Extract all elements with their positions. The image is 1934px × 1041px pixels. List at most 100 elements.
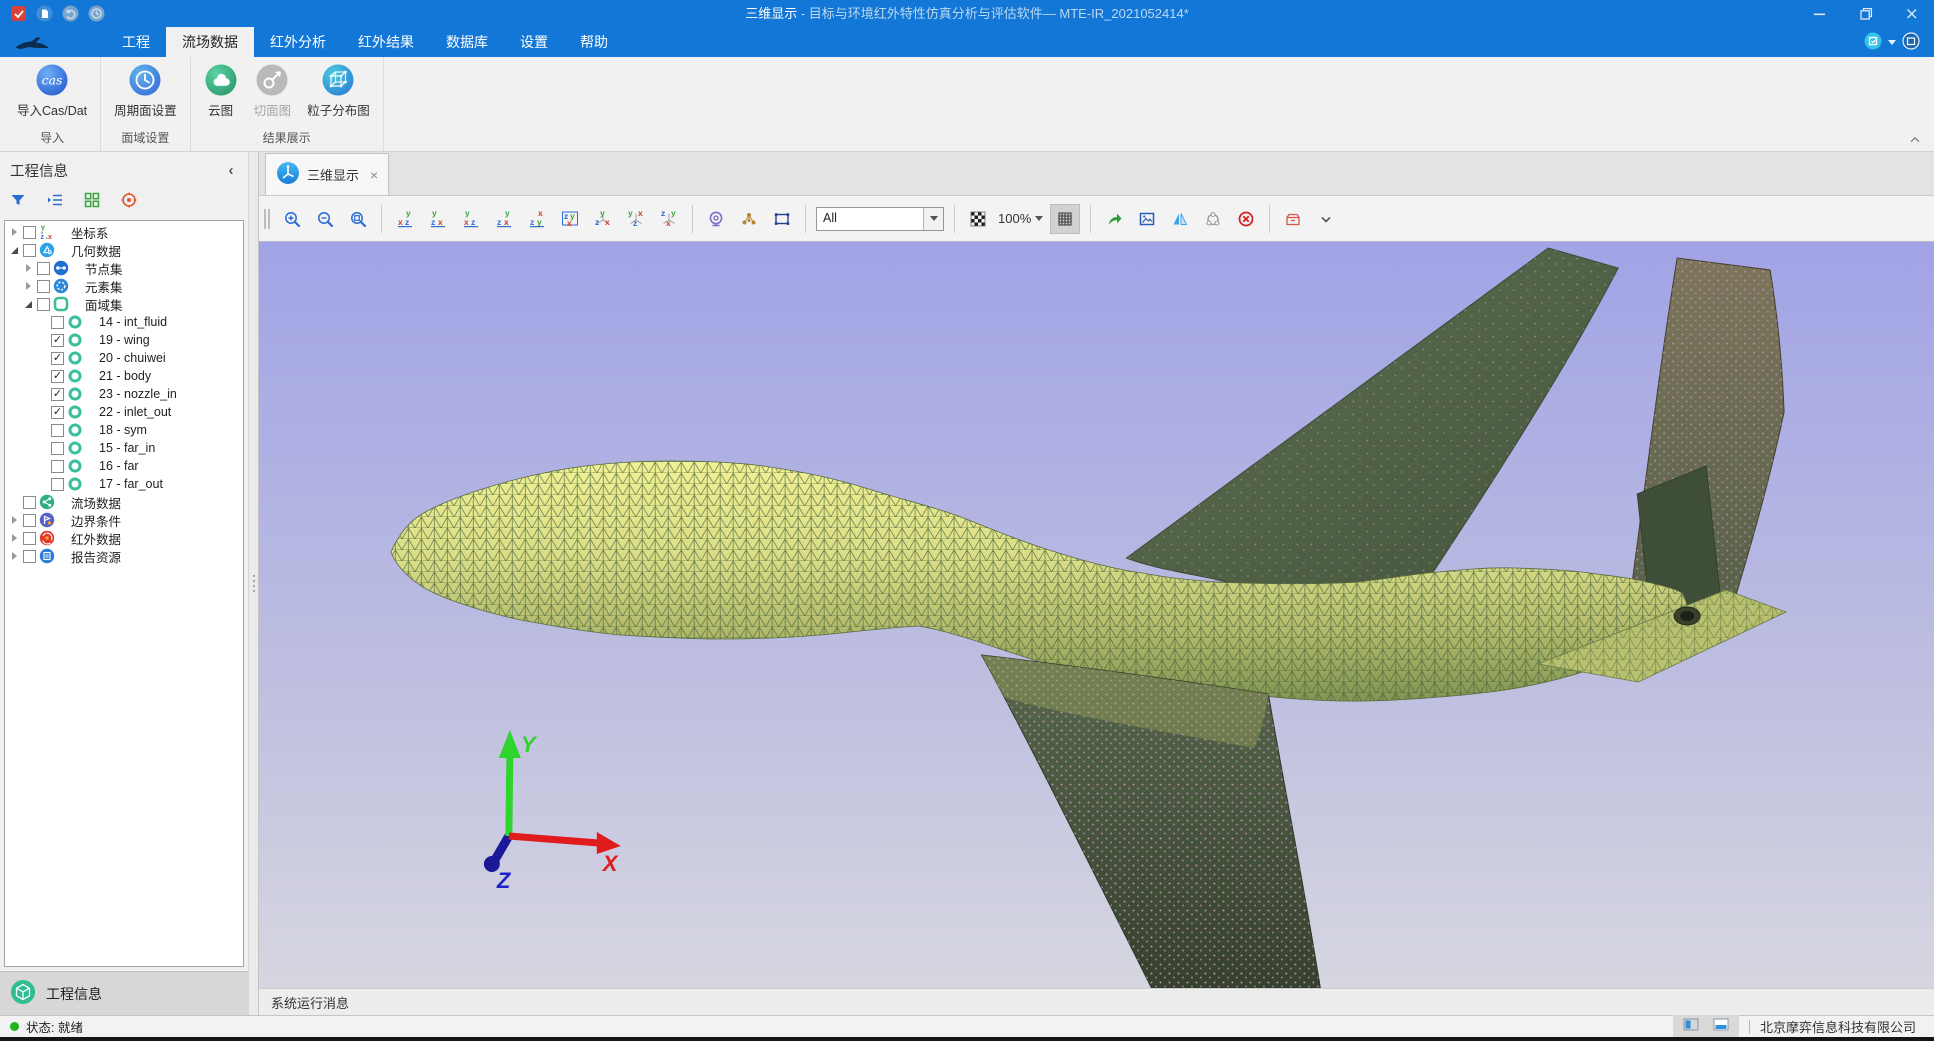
- tree-item-16 - far[interactable]: 16 - far: [5, 457, 243, 475]
- snapshot-icon[interactable]: [1134, 206, 1160, 232]
- tree-item-22 - inlet_out[interactable]: ✓22 - inlet_out: [5, 403, 243, 421]
- tree-checkbox[interactable]: [51, 460, 64, 473]
- menu-item-数据库[interactable]: 数据库: [430, 27, 504, 57]
- zoom-level-control[interactable]: 100%: [998, 211, 1043, 226]
- grid-view-icon[interactable]: [82, 190, 102, 210]
- section-box-icon[interactable]: [1280, 206, 1306, 232]
- view-right-icon[interactable]: zxy: [491, 206, 517, 232]
- particle-trace-icon[interactable]: [736, 206, 762, 232]
- expander-collapsed[interactable]: [8, 516, 21, 524]
- view-iso-3-icon[interactable]: zyx: [656, 206, 682, 232]
- maximize-icon[interactable]: [1842, 0, 1888, 27]
- panel-splitter[interactable]: [248, 152, 259, 1015]
- panel-collapse-button[interactable]: ‹: [222, 161, 240, 179]
- clear-icon[interactable]: [1233, 206, 1259, 232]
- tree-checkbox[interactable]: [51, 442, 64, 455]
- ribbon-button-粒子分布图[interactable]: 粒子分布图: [300, 61, 377, 121]
- tree-checkbox[interactable]: [37, 298, 50, 311]
- menu-item-红外结果[interactable]: 红外结果: [342, 27, 430, 57]
- menu-item-帮助[interactable]: 帮助: [564, 27, 624, 57]
- toolbar-grip[interactable]: [264, 209, 270, 229]
- undo-icon[interactable]: [62, 5, 79, 22]
- panel-footer[interactable]: 工程信息: [0, 971, 248, 1015]
- tree-item-面域集[interactable]: 面域集: [5, 295, 243, 313]
- history-icon[interactable]: [88, 5, 105, 22]
- ribbon-button-周期面设置[interactable]: 周期面设置: [107, 61, 184, 121]
- tree-checkbox[interactable]: ✓: [51, 334, 64, 347]
- ring-nodes-icon[interactable]: [1200, 206, 1226, 232]
- tree-item-节点集[interactable]: 节点集: [5, 259, 243, 277]
- tree-checkbox[interactable]: ✓: [51, 406, 64, 419]
- outline-list-icon[interactable]: [45, 190, 65, 210]
- tree-item-23 - nozzle_in[interactable]: ✓23 - nozzle_in: [5, 385, 243, 403]
- view-iso-2-icon[interactable]: yxz: [623, 206, 649, 232]
- transparency-icon[interactable]: [965, 206, 991, 232]
- theme-icon[interactable]: [1864, 32, 1882, 53]
- tree-item-14 - int_fluid[interactable]: 14 - int_fluid: [5, 313, 243, 331]
- view-iso-1-icon[interactable]: zxy: [590, 206, 616, 232]
- tree-item-边界条件[interactable]: 边界条件: [5, 511, 243, 529]
- tree-item-流场数据[interactable]: 流场数据: [5, 493, 243, 511]
- caret-down-icon[interactable]: [1888, 40, 1896, 45]
- tree-checkbox[interactable]: [23, 514, 36, 527]
- tree-checkbox[interactable]: [51, 424, 64, 437]
- dropdown-arrow-icon[interactable]: [923, 208, 943, 230]
- tree-checkbox[interactable]: [51, 478, 64, 491]
- expander-collapsed[interactable]: [22, 282, 35, 290]
- tree-checkbox[interactable]: [23, 226, 36, 239]
- expander-collapsed[interactable]: [22, 264, 35, 272]
- tab-3d-display[interactable]: 三维显示 ×: [265, 153, 389, 195]
- tree-checkbox[interactable]: [37, 262, 50, 275]
- close-icon[interactable]: [1888, 0, 1934, 27]
- tree-checkbox[interactable]: ✓: [51, 370, 64, 383]
- tree-item-几何数据[interactable]: 几何数据: [5, 241, 243, 259]
- new-file-icon[interactable]: [36, 5, 53, 22]
- display-filter-select[interactable]: All: [816, 207, 944, 231]
- camera-icon[interactable]: [703, 206, 729, 232]
- expander-collapsed[interactable]: [8, 552, 21, 560]
- ribbon-button-导入Cas/Dat[interactable]: cas导入Cas/Dat: [10, 61, 94, 121]
- view-bottom-icon[interactable]: zyx: [557, 206, 583, 232]
- tab-close-icon[interactable]: ×: [370, 167, 378, 183]
- menu-item-设置[interactable]: 设置: [504, 27, 564, 57]
- expander-collapsed[interactable]: [8, 228, 21, 236]
- dock-left-icon[interactable]: [1683, 1017, 1699, 1036]
- view-top-icon[interactable]: zyx: [524, 206, 550, 232]
- tree-item-18 - sym[interactable]: 18 - sym: [5, 421, 243, 439]
- locate-icon[interactable]: [119, 190, 139, 210]
- tree-checkbox[interactable]: ✓: [51, 352, 64, 365]
- tree-item-17 - far_out[interactable]: 17 - far_out: [5, 475, 243, 493]
- minimize-icon[interactable]: [1796, 0, 1842, 27]
- expander-expanded[interactable]: [8, 247, 21, 254]
- tree-checkbox[interactable]: [51, 316, 64, 329]
- filter-icon[interactable]: [8, 190, 28, 210]
- tree-checkbox[interactable]: [23, 244, 36, 257]
- tree-checkbox[interactable]: [37, 280, 50, 293]
- chevron-down-icon[interactable]: [1313, 206, 1339, 232]
- tree-item-红外数据[interactable]: 红外数据: [5, 529, 243, 547]
- viewport-3d[interactable]: Y X Z: [259, 242, 1934, 988]
- tree-checkbox[interactable]: [23, 496, 36, 509]
- menu-item-工程[interactable]: 工程: [106, 27, 166, 57]
- mesh-toggle-icon[interactable]: [1050, 204, 1080, 234]
- tree-item-坐标系[interactable]: Yzx坐标系: [5, 223, 243, 241]
- mirror-icon[interactable]: [1167, 206, 1193, 232]
- tree-item-15 - far_in[interactable]: 15 - far_in: [5, 439, 243, 457]
- ribbon-button-云图[interactable]: 云图: [197, 61, 245, 121]
- view-back-icon[interactable]: zxy: [425, 206, 451, 232]
- tree-item-报告资源[interactable]: 报告资源: [5, 547, 243, 565]
- expander-collapsed[interactable]: [8, 534, 21, 542]
- tree-item-19 - wing[interactable]: ✓19 - wing: [5, 331, 243, 349]
- tree-item-元素集[interactable]: 元素集: [5, 277, 243, 295]
- help-circle-icon[interactable]: [1902, 32, 1920, 53]
- tree-item-21 - body[interactable]: ✓21 - body: [5, 367, 243, 385]
- dock-bottom-icon[interactable]: [1713, 1017, 1729, 1036]
- app-badge-icon[interactable]: [10, 5, 27, 22]
- view-front-icon[interactable]: xzy: [392, 206, 418, 232]
- region-select-icon[interactable]: [769, 206, 795, 232]
- zoom-out-icon[interactable]: [312, 206, 338, 232]
- export-icon[interactable]: [1101, 206, 1127, 232]
- view-left-icon[interactable]: xzy: [458, 206, 484, 232]
- zoom-fit-icon[interactable]: [345, 206, 371, 232]
- ribbon-collapse-button[interactable]: [1906, 131, 1924, 147]
